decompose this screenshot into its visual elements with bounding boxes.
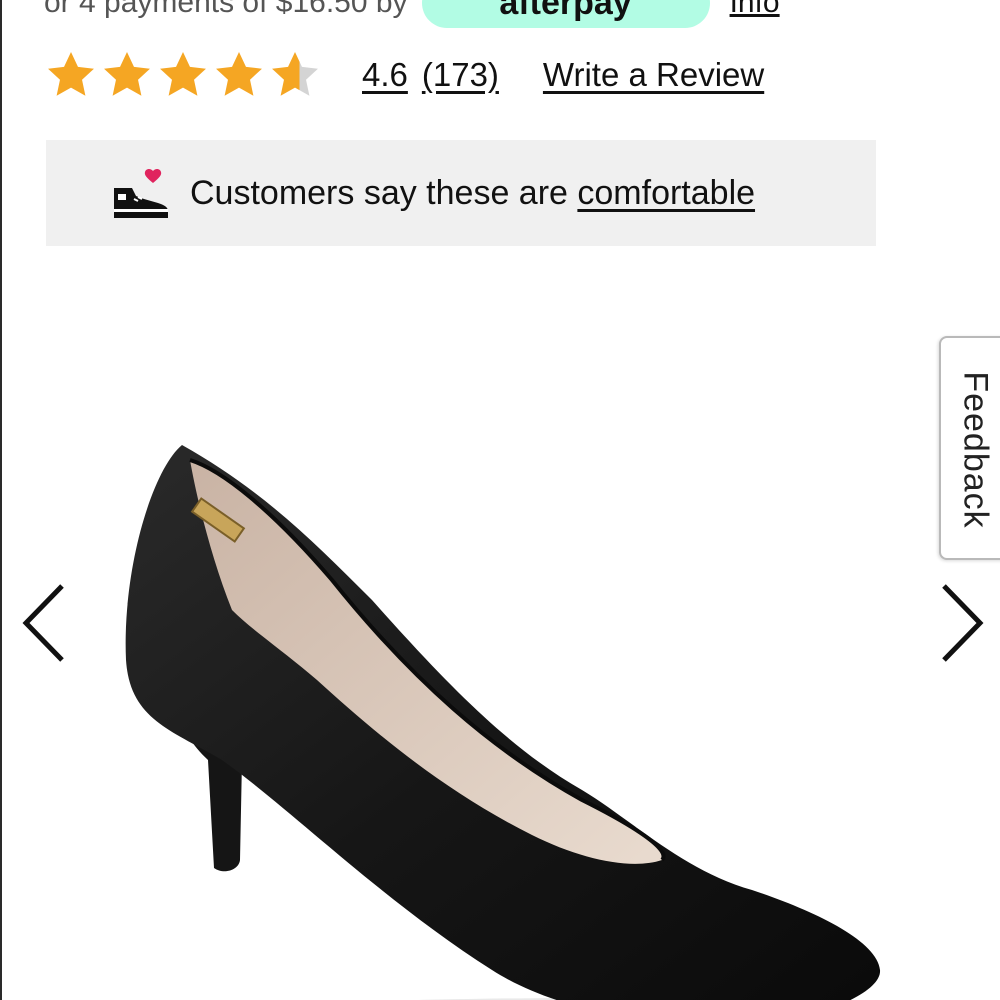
afterpay-info-link[interactable]: Info: [730, 0, 780, 20]
afterpay-row: or 4 payments of $16.50 by afterpay Info: [44, 0, 780, 28]
star-icon: [216, 52, 262, 96]
comfort-text-prefix: Customers say these are: [190, 173, 578, 212]
comfort-text: Customers say these are comfortable: [190, 174, 755, 213]
product-image-gallery[interactable]: [2, 260, 1000, 1000]
star-icon: [160, 52, 206, 96]
feedback-label: Feedback: [956, 371, 995, 529]
product-page: or 4 payments of $16.50 by afterpay Info…: [0, 0, 1000, 1000]
write-review-link[interactable]: Write a Review: [543, 56, 764, 94]
star-rating[interactable]: [44, 48, 322, 102]
rating-value[interactable]: 4.6: [362, 56, 408, 94]
star-half-icon: [272, 52, 318, 96]
chevron-left-icon[interactable]: [16, 578, 76, 668]
sneaker-heart-icon: [114, 169, 168, 218]
review-count[interactable]: (173): [422, 56, 499, 94]
afterpay-installment-text: or 4 payments of $16.50 by: [44, 0, 408, 19]
afterpay-logo[interactable]: afterpay: [421, 0, 710, 28]
star-icon: [104, 52, 150, 96]
comfort-banner: Customers say these are comfortable: [46, 140, 876, 246]
star-icon: [48, 52, 94, 96]
feedback-tab[interactable]: Feedback: [939, 336, 1000, 560]
rating-row: 4.6 (173) Write a Review: [44, 45, 764, 105]
chevron-right-icon[interactable]: [930, 578, 990, 668]
comfortable-link[interactable]: comfortable: [577, 174, 755, 212]
product-image: [125, 445, 881, 1000]
